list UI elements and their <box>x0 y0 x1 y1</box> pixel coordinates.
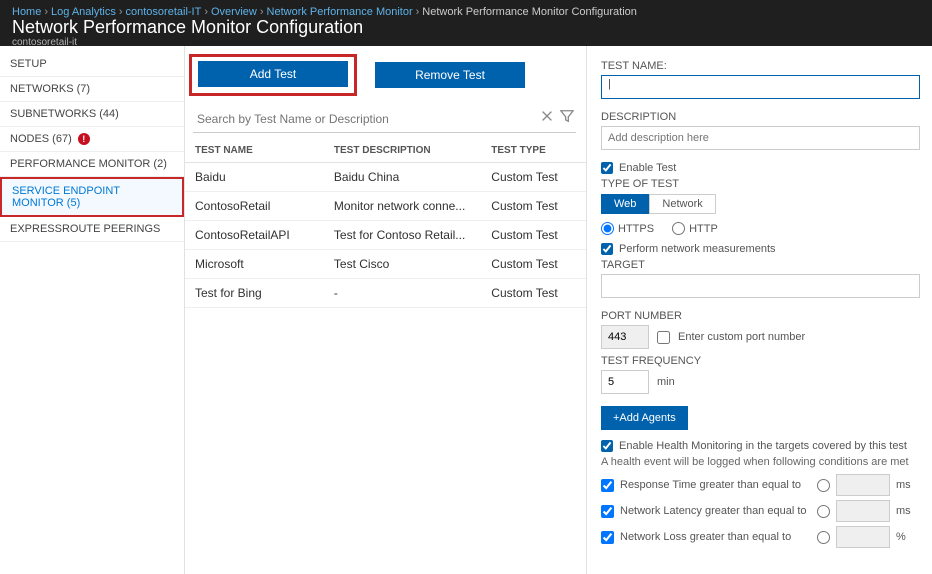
condition-text: Response Time greater than equal to <box>620 479 811 491</box>
perform-network-checkbox[interactable] <box>601 243 613 255</box>
sidebar-item-label: NODES (67) <box>10 133 72 145</box>
condition-checkbox[interactable] <box>601 479 614 492</box>
sidebar-item-label: SETUP <box>10 58 47 70</box>
cell-desc: Monitor network conne... <box>324 192 481 221</box>
condition-value-input[interactable] <box>836 474 890 496</box>
condition-row: Network Latency greater than equal to ms <box>601 500 920 522</box>
test-name-label: TEST NAME: <box>601 60 920 72</box>
sidebar-item-label: NETWORKS (7) <box>10 83 90 95</box>
description-label: DESCRIPTION <box>601 111 920 123</box>
page-title: Network Performance Monitor Configuratio… <box>12 17 920 37</box>
cell-desc: Baidu China <box>324 163 481 192</box>
highlight-add-test: Add Test <box>189 54 357 96</box>
test-form-panel: TEST NAME: | DESCRIPTION Enable Test TYP… <box>587 46 932 574</box>
condition-row: Response Time greater than equal to ms <box>601 474 920 496</box>
condition-checkbox[interactable] <box>601 505 614 518</box>
condition-text: Network Loss greater than equal to <box>620 531 811 543</box>
test-name-input[interactable] <box>601 75 920 99</box>
frequency-input[interactable] <box>601 370 649 394</box>
perform-network-label: Perform network measurements <box>619 243 776 255</box>
filter-icon[interactable] <box>560 109 574 126</box>
condition-unit: ms <box>896 479 920 491</box>
health-note: A health event will be logged when follo… <box>601 456 920 468</box>
sidebar-item-service-endpoint-monitor[interactable]: SERVICE ENDPOINT MONITOR (5) <box>0 177 184 217</box>
radio-http[interactable]: HTTP <box>672 222 718 235</box>
condition-radio[interactable] <box>817 505 830 518</box>
table-row[interactable]: BaiduBaidu ChinaCustom Test <box>185 163 586 192</box>
text-cursor: | <box>608 78 611 90</box>
type-of-test-label: TYPE OF TEST <box>601 178 920 190</box>
enable-health-label: Enable Health Monitoring in the targets … <box>619 440 907 452</box>
condition-value-input[interactable] <box>836 500 890 522</box>
frequency-unit: min <box>657 376 675 388</box>
condition-value-input[interactable] <box>836 526 890 548</box>
cell-name: Test for Bing <box>185 279 324 308</box>
cell-type: Custom Test <box>481 192 586 221</box>
table-row[interactable]: ContosoRetailMonitor network conne...Cus… <box>185 192 586 221</box>
sidebar-item-performance-monitor[interactable]: PERFORMANCE MONITOR (2) <box>0 152 184 177</box>
test-list-panel: Add Test Remove Test TEST NAME <box>185 46 587 574</box>
topbar: Home› Log Analytics› contosoretail-IT› O… <box>0 0 932 46</box>
sidebar-item-expressroute[interactable]: EXPRESSROUTE PEERINGS <box>0 217 184 242</box>
condition-text: Network Latency greater than equal to <box>620 505 811 517</box>
alert-icon: ! <box>78 133 90 145</box>
remove-test-button[interactable]: Remove Test <box>375 62 525 88</box>
table-row[interactable]: MicrosoftTest CiscoCustom Test <box>185 250 586 279</box>
cell-name: Baidu <box>185 163 324 192</box>
custom-port-label: Enter custom port number <box>678 331 805 343</box>
custom-port-checkbox[interactable] <box>657 331 670 344</box>
cell-name: ContosoRetail <box>185 192 324 221</box>
radio-https[interactable]: HTTPS <box>601 222 654 235</box>
sidebar-item-networks[interactable]: NETWORKS (7) <box>0 77 184 102</box>
tab-network[interactable]: Network <box>649 194 715 214</box>
table-row[interactable]: Test for Bing-Custom Test <box>185 279 586 308</box>
sidebar-item-subnetworks[interactable]: SUBNETWORKS (44) <box>0 102 184 127</box>
sidebar-item-label: SUBNETWORKS (44) <box>10 108 119 120</box>
port-label: PORT NUMBER <box>601 310 920 322</box>
table-row[interactable]: ContosoRetailAPITest for Contoso Retail.… <box>185 221 586 250</box>
cell-desc: - <box>324 279 481 308</box>
cell-type: Custom Test <box>481 163 586 192</box>
cell-name: Microsoft <box>185 250 324 279</box>
clear-icon[interactable] <box>540 109 554 126</box>
condition-unit: % <box>896 531 920 543</box>
condition-unit: ms <box>896 505 920 517</box>
add-test-button[interactable]: Add Test <box>198 61 348 87</box>
cell-type: Custom Test <box>481 250 586 279</box>
cell-desc: Test Cisco <box>324 250 481 279</box>
crumb-current: Network Performance Monitor Configuratio… <box>422 6 637 18</box>
col-test-name[interactable]: TEST NAME <box>185 139 324 163</box>
tab-web[interactable]: Web <box>601 194 649 214</box>
target-label: TARGET <box>601 259 920 271</box>
sidebar-item-label: EXPRESSROUTE PEERINGS <box>10 223 160 235</box>
col-test-type[interactable]: TEST TYPE <box>481 139 586 163</box>
cell-type: Custom Test <box>481 279 586 308</box>
radio-https-label: HTTPS <box>618 223 654 235</box>
enable-test-label: Enable Test <box>619 162 676 174</box>
target-input[interactable] <box>601 274 920 298</box>
col-test-desc[interactable]: TEST DESCRIPTION <box>324 139 481 163</box>
port-input[interactable] <box>601 325 649 349</box>
sidebar-item-label: PERFORMANCE MONITOR (2) <box>10 158 167 170</box>
cell-type: Custom Test <box>481 221 586 250</box>
sidebar-item-setup[interactable]: SETUP <box>0 52 184 77</box>
condition-radio[interactable] <box>817 479 830 492</box>
condition-checkbox[interactable] <box>601 531 614 544</box>
enable-health-checkbox[interactable] <box>601 440 613 452</box>
search-input[interactable] <box>193 106 576 133</box>
sidebar-item-nodes[interactable]: NODES (67)! <box>0 127 184 152</box>
frequency-label: TEST FREQUENCY <box>601 355 920 367</box>
condition-row: Network Loss greater than equal to% <box>601 526 920 548</box>
enable-test-checkbox[interactable] <box>601 162 613 174</box>
add-agents-button[interactable]: +Add Agents <box>601 406 688 430</box>
condition-radio[interactable] <box>817 531 830 544</box>
sidebar: SETUP NETWORKS (7) SUBNETWORKS (44) NODE… <box>0 46 185 574</box>
sidebar-item-label: SERVICE ENDPOINT MONITOR (5) <box>12 185 172 209</box>
cell-desc: Test for Contoso Retail... <box>324 221 481 250</box>
tests-table: TEST NAME TEST DESCRIPTION TEST TYPE Bai… <box>185 139 586 308</box>
cell-name: ContosoRetailAPI <box>185 221 324 250</box>
radio-http-label: HTTP <box>689 223 718 235</box>
description-input[interactable] <box>601 126 920 150</box>
